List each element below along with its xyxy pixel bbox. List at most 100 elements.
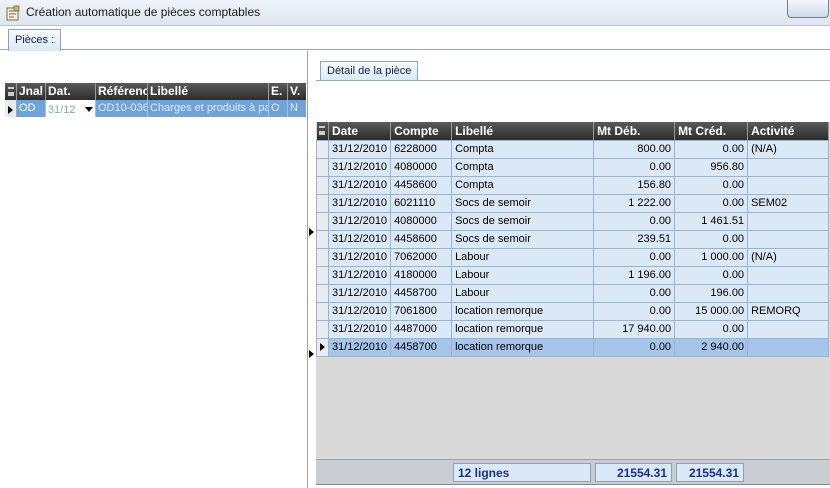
- col-v[interactable]: V.: [288, 83, 306, 100]
- cell-date[interactable]: 31/12/2010: [327, 211, 392, 231]
- col-libelle[interactable]: Libellé: [451, 122, 595, 140]
- cell-v[interactable]: N: [288, 100, 306, 117]
- cell-date[interactable]: 31/12/2010: [327, 157, 392, 177]
- table-row[interactable]: 31/12/2010 4458700 location remorque 0.00 2 …: [316, 337, 830, 357]
- cell-activite[interactable]: [747, 337, 830, 357]
- cell-date[interactable]: 31/12/2010: [327, 247, 392, 267]
- cell-date[interactable]: 31/12/2010: [327, 301, 392, 321]
- cell-libelle[interactable]: location remorque: [451, 319, 595, 339]
- cell-date[interactable]: 31/12/2010: [327, 283, 392, 303]
- cell-activite[interactable]: [747, 157, 830, 177]
- table-row[interactable]: 31/12/2010 7061800 location remorque 0.00 15…: [316, 301, 830, 321]
- col-dat[interactable]: Dat.: [46, 83, 96, 100]
- cell-libelle[interactable]: location remorque: [451, 301, 595, 321]
- cell-mt-credit[interactable]: 956.80: [674, 157, 749, 177]
- cell-reference[interactable]: OD10-036: [96, 100, 148, 117]
- cell-mt-debit[interactable]: 0.00: [593, 157, 676, 177]
- cell-activite[interactable]: [747, 265, 830, 285]
- cell-libelle[interactable]: Charges et produits à pa: [148, 100, 269, 117]
- table-row[interactable]: 31/12/2010 4080000 Compta 0.00 956.80: [316, 157, 830, 177]
- cell-mt-credit[interactable]: 0.00: [674, 193, 749, 213]
- cell-date[interactable]: 31/12/2010: [327, 175, 392, 195]
- cell-mt-credit[interactable]: 0.00: [674, 265, 749, 285]
- cell-activite[interactable]: (N/A): [747, 247, 830, 267]
- cell-date[interactable]: 31/12/2010: [327, 193, 392, 213]
- expand-right-icon[interactable]: [309, 350, 314, 358]
- cell-compte[interactable]: 7062000: [390, 247, 453, 267]
- cell-e[interactable]: O: [269, 100, 288, 117]
- cell-mt-credit[interactable]: 1 461.51: [674, 211, 749, 231]
- table-row[interactable]: 31/12/2010 7062000 Labour 0.00 1 000.00 (N/A): [316, 247, 830, 267]
- expand-right-icon[interactable]: [309, 228, 314, 236]
- cell-activite[interactable]: [747, 283, 830, 303]
- col-mt-debit[interactable]: Mt Déb.: [593, 122, 676, 140]
- cell-compte[interactable]: 4080000: [390, 157, 453, 177]
- cell-libelle[interactable]: Compta: [451, 157, 595, 177]
- cell-compte[interactable]: 4458700: [390, 337, 453, 357]
- cell-mt-credit[interactable]: 15 000.00: [674, 301, 749, 321]
- cell-compte[interactable]: 6228000: [390, 139, 453, 159]
- tab-pieces[interactable]: Pièces :: [8, 29, 62, 51]
- cell-libelle[interactable]: Socs de semoir: [451, 211, 595, 231]
- cell-libelle[interactable]: Labour: [451, 265, 595, 285]
- cell-activite[interactable]: [747, 319, 830, 339]
- cell-compte[interactable]: 4180000: [390, 265, 453, 285]
- cell-mt-debit[interactable]: 0.00: [593, 211, 676, 231]
- cell-mt-credit[interactable]: 196.00: [674, 283, 749, 303]
- cell-activite[interactable]: [747, 175, 830, 195]
- cell-date[interactable]: 31/12/2010: [327, 265, 392, 285]
- cell-mt-debit[interactable]: 0.00: [593, 337, 676, 357]
- cell-compte[interactable]: 4458600: [390, 175, 453, 195]
- cell-mt-credit[interactable]: 0.00: [674, 175, 749, 195]
- cell-jnal[interactable]: OD: [17, 100, 46, 117]
- cell-mt-credit[interactable]: 0.00: [674, 139, 749, 159]
- table-row[interactable]: 31/12/2010 4487000 location remorque 17 940…: [316, 319, 830, 339]
- col-activite[interactable]: Activité: [747, 122, 830, 140]
- cell-date[interactable]: 31/12/2010: [327, 229, 392, 249]
- cell-compte[interactable]: 4487000: [390, 319, 453, 339]
- cell-compte[interactable]: 4080000: [390, 211, 453, 231]
- cell-activite[interactable]: (N/A): [747, 139, 830, 159]
- horizontal-scrollbar[interactable]: [316, 484, 830, 488]
- cell-libelle[interactable]: location remorque: [451, 337, 595, 357]
- cell-compte[interactable]: 4458700: [390, 283, 453, 303]
- cell-libelle[interactable]: Compta: [451, 175, 595, 195]
- col-mt-credit[interactable]: Mt Créd.: [674, 122, 749, 140]
- cell-mt-debit[interactable]: 0.00: [593, 283, 676, 303]
- col-reference[interactable]: Référence: [96, 83, 148, 100]
- cell-libelle[interactable]: Socs de semoir: [451, 229, 595, 249]
- grid-select-all[interactable]: [5, 83, 17, 100]
- cell-compte[interactable]: 7061800: [390, 301, 453, 321]
- cell-libelle[interactable]: Compta: [451, 139, 595, 159]
- table-row[interactable]: 31/12/2010 4180000 Labour 1 196.00 0.00: [316, 265, 830, 285]
- table-row[interactable]: 31/12/2010 4080000 Socs de semoir 0.00 1 461…: [316, 211, 830, 231]
- cell-activite[interactable]: SEM02: [747, 193, 830, 213]
- grid-select-all[interactable]: [316, 122, 329, 140]
- table-row[interactable]: 31/12/2010 6228000 Compta 800.00 0.00 (N/A): [316, 139, 830, 159]
- cell-mt-debit[interactable]: 0.00: [593, 301, 676, 321]
- table-row[interactable]: 31/12/2010 4458600 Compta 156.80 0.00: [316, 175, 830, 195]
- cell-date[interactable]: 31/12/2010: [327, 139, 392, 159]
- cell-mt-debit[interactable]: 1 196.00: [593, 265, 676, 285]
- cell-mt-credit[interactable]: 1 000.00: [674, 247, 749, 267]
- cell-libelle[interactable]: Labour: [451, 283, 595, 303]
- cell-activite[interactable]: REMORQ: [747, 301, 830, 321]
- col-jnal[interactable]: Jnal: [17, 83, 46, 100]
- col-compte[interactable]: Compte: [390, 122, 453, 140]
- cell-mt-debit[interactable]: 0.00: [593, 247, 676, 267]
- cell-activite[interactable]: [747, 211, 830, 231]
- cell-date[interactable]: 31/12/2010: [327, 319, 392, 339]
- cell-activite[interactable]: [747, 229, 830, 249]
- col-libelle[interactable]: Libellé: [148, 83, 269, 100]
- cell-compte[interactable]: 6021110: [390, 193, 453, 213]
- cell-mt-credit[interactable]: 0.00: [674, 229, 749, 249]
- cell-mt-debit[interactable]: 1 222.00: [593, 193, 676, 213]
- cell-mt-debit[interactable]: 239.51: [593, 229, 676, 249]
- table-row[interactable]: 31/12/2010 6021110 Socs de semoir 1 222.00 0…: [316, 193, 830, 213]
- cell-mt-credit[interactable]: 2 940.00: [674, 337, 749, 357]
- cell-dat-combo[interactable]: 31/12: [46, 100, 96, 117]
- cell-compte[interactable]: 4458600: [390, 229, 453, 249]
- cell-date[interactable]: 31/12/2010: [327, 337, 392, 357]
- close-window-button[interactable]: [787, 0, 829, 18]
- col-date[interactable]: Date: [328, 122, 392, 140]
